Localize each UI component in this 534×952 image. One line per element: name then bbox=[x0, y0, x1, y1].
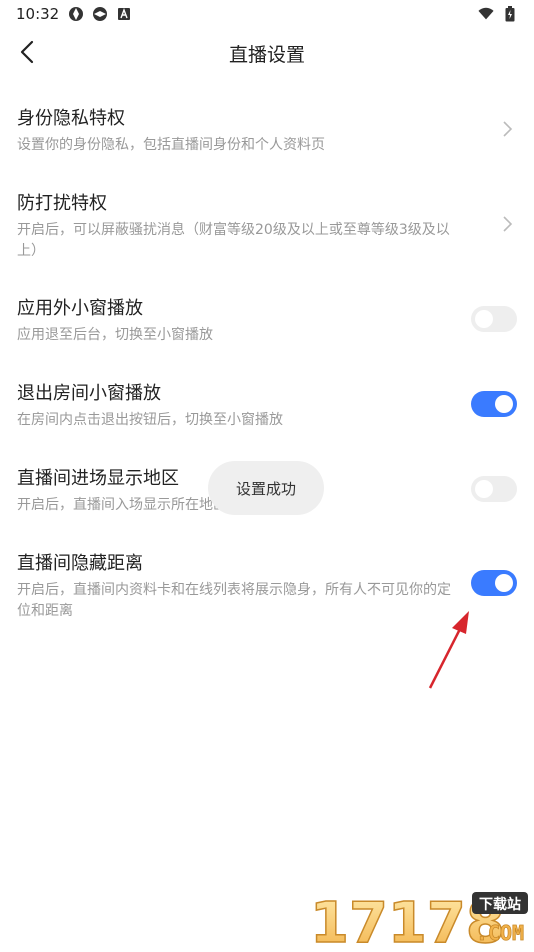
wifi-icon bbox=[478, 6, 494, 22]
toast-message: 设置成功 bbox=[208, 461, 324, 515]
toggle-knob bbox=[475, 310, 493, 328]
background-mini-window-toggle[interactable] bbox=[471, 306, 517, 332]
setting-description: 开启后，可以屏蔽骚扰消息（财富等级20级及以上或至尊等级3级及以上） bbox=[17, 222, 450, 259]
toggle-knob bbox=[495, 395, 513, 413]
watermark-badge: 下载站 bbox=[479, 896, 521, 913]
toggle-knob bbox=[475, 480, 493, 498]
setting-description: 开启后，直播间内资料卡和在线列表将展示隐身，所有人不可见你的定位和距离 bbox=[17, 582, 451, 619]
settings-row-hide-distance: 直播间隐藏距离 开启后，直播间内资料卡和在线列表将展示隐身，所有人不可见你的定位… bbox=[0, 545, 534, 625]
chevron-right-icon bbox=[502, 215, 514, 233]
setting-title: 防打扰特权 bbox=[17, 193, 107, 214]
title-bar: 直播设置 bbox=[0, 28, 534, 76]
settings-row-identity-privacy[interactable]: 身份隐私特权 设置你的身份隐私，包括直播间身份和个人资料页 bbox=[0, 100, 534, 166]
settings-row-background-mini-window: 应用外小窗播放 应用退至后台，切换至小窗播放 bbox=[0, 290, 534, 350]
settings-row-do-not-disturb[interactable]: 防打扰特权 开启后，可以屏蔽骚扰消息（财富等级20级及以上或至尊等级3级及以上） bbox=[0, 185, 534, 265]
setting-title: 退出房间小窗播放 bbox=[17, 383, 161, 404]
setting-title: 应用外小窗播放 bbox=[17, 298, 143, 319]
status-time: 10:32 bbox=[16, 5, 60, 23]
setting-title: 身份隐私特权 bbox=[17, 108, 125, 129]
app-notification-icon bbox=[92, 6, 108, 22]
watermark-domain: .COM bbox=[476, 921, 524, 945]
status-bar: 10:32 bbox=[0, 0, 534, 28]
exit-room-mini-window-toggle[interactable] bbox=[471, 391, 517, 417]
setting-description: 应用退至后台，切换至小窗播放 bbox=[17, 327, 213, 343]
battery-icon bbox=[502, 6, 518, 22]
setting-title: 直播间进场显示地区 bbox=[17, 468, 179, 489]
toggle-knob bbox=[495, 574, 513, 592]
chevron-right-icon bbox=[502, 120, 514, 138]
settings-row-exit-room-mini-window: 退出房间小窗播放 在房间内点击退出按钮后，切换至小窗播放 bbox=[0, 375, 534, 435]
setting-description: 设置你的身份隐私，包括直播间身份和个人资料页 bbox=[17, 137, 325, 153]
watermark-logo: 17178 下载站 .COM bbox=[308, 888, 530, 952]
hide-distance-toggle[interactable] bbox=[471, 570, 517, 596]
font-notification-icon bbox=[116, 6, 132, 22]
app-notification-icon bbox=[68, 6, 84, 22]
entry-region-toggle[interactable] bbox=[471, 476, 517, 502]
setting-description: 在房间内点击退出按钮后，切换至小窗播放 bbox=[17, 412, 283, 428]
setting-title: 直播间隐藏距离 bbox=[17, 553, 143, 574]
page-title: 直播设置 bbox=[228, 44, 305, 66]
